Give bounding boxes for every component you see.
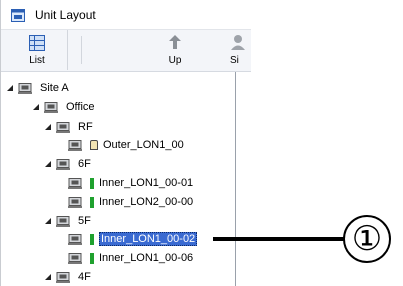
tree-node-4f[interactable]: 4F bbox=[43, 268, 91, 286]
expander-icon[interactable] bbox=[43, 268, 53, 286]
tree-node-label: RF bbox=[78, 121, 93, 133]
tree-node-label-selected: Inner_LON1_00-02 bbox=[99, 232, 198, 246]
tree-node-inner-lon1-00-02[interactable]: Inner_LON1_00-02 bbox=[55, 230, 198, 248]
tree-node-label: Inner_LON1_00-06 bbox=[99, 252, 194, 264]
expander-icon[interactable] bbox=[43, 118, 53, 136]
partial-toolbar-label: Si bbox=[230, 55, 239, 66]
expander-icon[interactable] bbox=[43, 212, 53, 230]
network-icon bbox=[56, 271, 70, 283]
network-icon bbox=[68, 233, 82, 245]
toolbar-separator bbox=[81, 36, 82, 64]
tree-node-6f[interactable]: 6F bbox=[43, 155, 91, 173]
tree-node-inner-lon2-00-00[interactable]: Inner_LON2_00-00 bbox=[55, 193, 193, 211]
tree-node-inner-lon1-00-01[interactable]: Inner_LON1_00-01 bbox=[55, 174, 193, 192]
tree-node-inner-lon1-00-06[interactable]: Inner_LON1_00-06 bbox=[55, 249, 193, 267]
tree-node-5f[interactable]: 5F bbox=[43, 212, 91, 230]
tree-node-label: Outer_LON1_00 bbox=[103, 139, 184, 151]
list-button[interactable]: List bbox=[7, 30, 68, 70]
expander-icon[interactable] bbox=[5, 79, 15, 97]
partial-toolbar-button[interactable]: Si bbox=[227, 30, 251, 70]
toolbar: List Up Si bbox=[1, 30, 251, 72]
tree-node-label: 6F bbox=[78, 158, 91, 170]
tree-node-outer-lon1-00[interactable]: Outer_LON1_00 bbox=[55, 136, 184, 154]
user-icon bbox=[231, 35, 245, 50]
indoor-unit-icon bbox=[90, 196, 94, 208]
network-icon bbox=[56, 158, 70, 170]
network-icon bbox=[68, 196, 82, 208]
unit-layout-app-icon bbox=[11, 9, 25, 22]
tree-node-label: Site A bbox=[40, 82, 69, 94]
title-bar: Unit Layout bbox=[1, 0, 251, 30]
list-icon bbox=[29, 35, 45, 51]
network-icon bbox=[68, 139, 82, 151]
callout-marker: ① bbox=[343, 215, 391, 263]
tree-node-label: Office bbox=[66, 101, 95, 113]
window-title: Unit Layout bbox=[35, 8, 96, 22]
unit-layout-window: Unit Layout List Up Si Site A Office RF … bbox=[0, 0, 251, 286]
indoor-unit-icon bbox=[90, 233, 94, 245]
up-button-label: Up bbox=[168, 55, 182, 66]
network-icon bbox=[56, 215, 70, 227]
callout-label: ① bbox=[351, 220, 383, 258]
outdoor-unit-icon bbox=[90, 140, 98, 150]
list-button-label: List bbox=[29, 55, 45, 66]
tree-node-rf[interactable]: RF bbox=[43, 118, 93, 136]
side-panel bbox=[236, 72, 251, 286]
network-icon bbox=[68, 252, 82, 264]
network-icon bbox=[18, 82, 32, 94]
tree-node-office[interactable]: Office bbox=[31, 98, 95, 116]
tree-node-label: Inner_LON1_00-01 bbox=[99, 177, 194, 189]
tree-node-label: Inner_LON2_00-00 bbox=[99, 196, 194, 208]
tree-node-label: 4F bbox=[78, 271, 91, 283]
tree-node-label: 5F bbox=[78, 215, 91, 227]
unit-tree: Site A Office RF Outer_LON1_00 6F Inner_… bbox=[1, 72, 235, 286]
network-icon bbox=[56, 121, 70, 133]
expander-icon[interactable] bbox=[31, 98, 41, 116]
network-icon bbox=[44, 101, 58, 113]
expander-icon[interactable] bbox=[43, 155, 53, 173]
indoor-unit-icon bbox=[90, 252, 94, 264]
network-icon bbox=[68, 177, 82, 189]
indoor-unit-icon bbox=[90, 177, 94, 189]
tree-node-site-a[interactable]: Site A bbox=[5, 79, 69, 97]
callout-line bbox=[213, 237, 351, 241]
up-arrow-icon bbox=[169, 35, 181, 49]
up-button[interactable]: Up bbox=[151, 30, 199, 70]
